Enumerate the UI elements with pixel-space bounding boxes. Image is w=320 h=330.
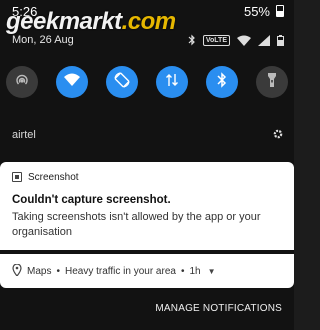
chevron-down-icon[interactable]: ▼	[208, 267, 216, 276]
battery-icon	[276, 5, 284, 17]
maps-notification-time: 1h	[189, 265, 201, 277]
date-row: Mon, 26 Aug VoLTE	[0, 30, 294, 50]
screenshot-notification[interactable]: Screenshot Couldn't capture screenshot. …	[0, 162, 294, 250]
volte-icon: VoLTE	[202, 34, 230, 46]
hotspot-tile[interactable]	[6, 66, 38, 98]
maps-notification[interactable]: Maps • Heavy traffic in your area • 1h ▼	[0, 254, 294, 288]
maps-icon	[12, 262, 22, 279]
auto-rotate-tile[interactable]	[106, 66, 138, 98]
flashlight-icon	[267, 72, 277, 93]
maps-app-name: Maps	[27, 265, 52, 277]
wifi-icon	[237, 35, 251, 46]
bluetooth-tile[interactable]	[206, 66, 238, 98]
mobile-data-tile[interactable]	[156, 66, 188, 98]
wifi-tile[interactable]	[56, 66, 88, 98]
battery-percent: 55%	[243, 3, 270, 19]
maps-separator-2: •	[180, 265, 185, 277]
system-icons: VoLTE	[188, 34, 284, 46]
status-right: 55%	[244, 4, 284, 19]
notification-header: Screenshot	[12, 169, 282, 185]
bluetooth-icon	[217, 71, 227, 93]
hotspot-icon	[14, 72, 30, 93]
notification-app-name: Screenshot	[28, 171, 79, 183]
carrier-row: airtel	[0, 124, 294, 146]
bluetooth-icon	[188, 34, 196, 46]
flashlight-tile[interactable]	[256, 66, 288, 98]
wifi-icon	[64, 73, 80, 92]
manage-notifications-button[interactable]: MANAGE NOTIFICATIONS	[155, 303, 282, 314]
shade-footer: MANAGE NOTIFICATIONS	[0, 298, 294, 318]
settings-gear-icon[interactable]	[272, 128, 284, 143]
notification-body: Taking screenshots isn't allowed by the …	[12, 211, 261, 238]
carrier-name: airtel	[12, 129, 36, 141]
auto-rotate-icon	[114, 71, 130, 93]
quick-settings-tiles	[0, 62, 294, 102]
maps-notification-line: Maps • Heavy traffic in your area • 1h ▼	[12, 262, 216, 279]
battery-small-icon	[277, 34, 284, 46]
screenshot-app-icon	[12, 172, 22, 182]
mobile-data-icon	[165, 73, 179, 92]
maps-separator-1: •	[56, 265, 60, 277]
date-label: Mon, 26 Aug	[12, 34, 74, 46]
maps-notification-text: Heavy traffic in your area	[64, 265, 176, 277]
notification-title: Couldn't capture screenshot.	[12, 194, 171, 206]
signal-icon	[258, 34, 270, 46]
